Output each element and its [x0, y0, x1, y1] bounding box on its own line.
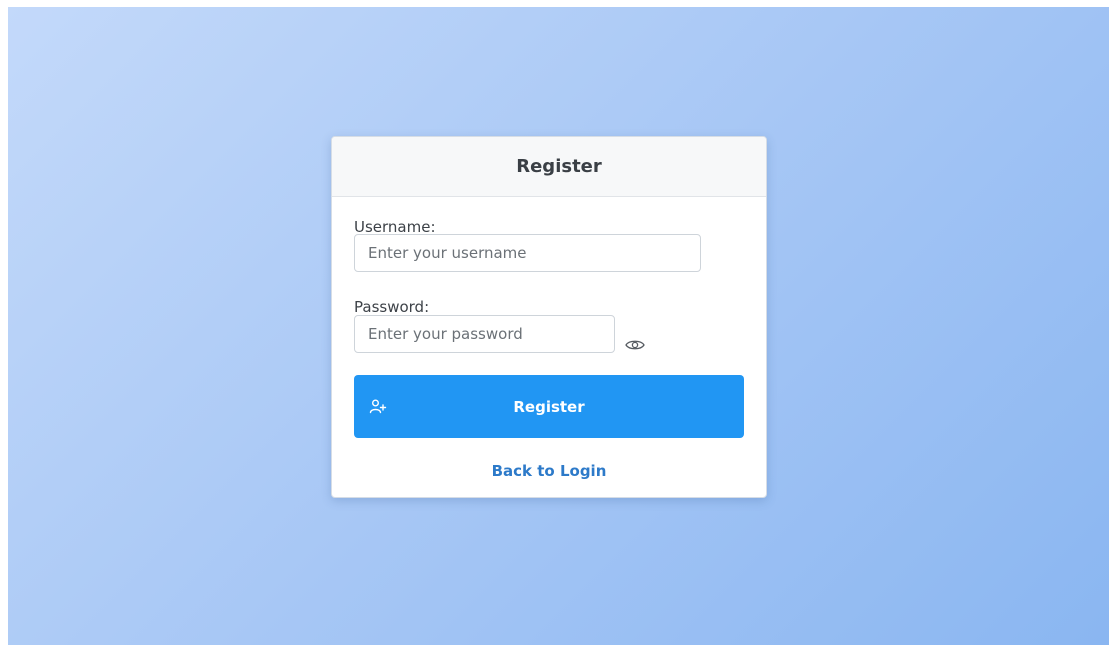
page-background: Register Username: Password: — [8, 7, 1109, 645]
password-input[interactable] — [354, 315, 615, 353]
register-card: Register Username: Password: — [331, 136, 767, 498]
page-title: Register — [516, 156, 602, 177]
register-button[interactable]: Register — [354, 375, 744, 438]
username-input[interactable] — [354, 234, 701, 272]
eye-icon[interactable] — [624, 338, 646, 352]
back-to-login-link[interactable]: Back to Login — [332, 462, 766, 480]
card-header: Register — [332, 137, 766, 197]
user-plus-icon — [369, 398, 387, 416]
register-button-label: Register — [513, 397, 585, 416]
register-form: Username: Password: — [332, 197, 766, 497]
password-label: Password: — [354, 298, 430, 316]
